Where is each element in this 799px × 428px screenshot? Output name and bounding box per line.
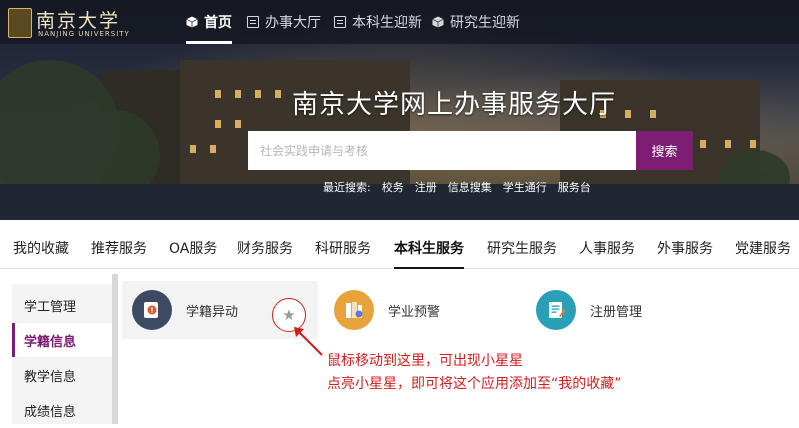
tab-research[interactable]: 科研服务 (315, 228, 371, 268)
student-status-icon (132, 290, 172, 330)
recent-searches: 最近搜索: 校务 注册 信息搜集 学生通行 服务台 (323, 179, 591, 195)
recent-searches-label: 最近搜索: (323, 181, 371, 194)
recent-search-item[interactable]: 注册 (415, 179, 437, 195)
logo-english-text: NANJING UNIVERSITY (38, 30, 130, 38)
logo-chinese-text: 南京大学 (36, 10, 121, 32)
registration-icon (536, 290, 576, 330)
nav-grad-welcome[interactable]: 研究生迎新 (432, 0, 520, 44)
tab-party[interactable]: 党建服务 (735, 228, 791, 268)
annotation-line-1: 鼠标移动到这里，可出现小星星 (327, 353, 523, 369)
recent-search-item[interactable]: 学生通行 (503, 179, 547, 195)
search-button[interactable]: 搜索 (636, 131, 693, 170)
recent-search-item[interactable]: 信息搜集 (448, 179, 492, 195)
nav-undergrad-welcome-label: 本科生迎新 (352, 15, 422, 31)
tab-graduate[interactable]: 研究生服务 (487, 228, 557, 268)
university-logo[interactable]: 南京大学 NANJING UNIVERSITY (8, 6, 130, 40)
document-icon (247, 16, 259, 28)
nav-service-hall-label: 办事大厅 (265, 15, 321, 31)
nav-undergrad-welcome[interactable]: 本科生迎新 (334, 0, 422, 44)
sidebar-item-student-affairs[interactable]: 学工管理 (12, 288, 112, 322)
annotation-arrow (294, 327, 323, 356)
nav-home[interactable]: 首页 (186, 0, 232, 44)
hero-banner: 南京大学 NANJING UNIVERSITY 首页 办事大厅 本科生迎新 研究… (0, 0, 799, 220)
tab-personnel[interactable]: 人事服务 (579, 228, 635, 268)
tab-undergrad[interactable]: 本科生服务 (394, 228, 464, 269)
nav-service-hall[interactable]: 办事大厅 (247, 0, 321, 44)
tab-my-favorites[interactable]: 我的收藏 (13, 228, 69, 268)
tab-finance[interactable]: 财务服务 (237, 228, 293, 268)
university-emblem-icon (8, 8, 32, 38)
app-registration-management[interactable]: 注册管理 (536, 281, 706, 339)
recent-search-item[interactable]: 校务 (382, 179, 404, 195)
hero-title: 南京大学网上办事服务大厅 (292, 90, 617, 120)
cube-icon (186, 16, 198, 28)
sidebar-item-teaching[interactable]: 教学信息 (12, 358, 112, 392)
academic-warning-icon (334, 290, 374, 330)
tab-foreign-affairs[interactable]: 外事服务 (657, 228, 713, 268)
sidebar-item-student-status[interactable]: 学籍信息 (12, 323, 112, 357)
cube-icon (432, 16, 444, 28)
app-label: 学业预警 (388, 304, 441, 320)
category-sidebar: 学工管理 学籍信息 教学信息 成绩信息 (12, 284, 118, 424)
annotation-line-2: 点亮小星星，即可将这个应用添加至“我的收藏” (327, 376, 622, 392)
app-academic-warning[interactable]: 学业预警 (334, 281, 504, 339)
service-tabs: 我的收藏 推荐服务 OA服务 财务服务 科研服务 本科生服务 研究生服务 人事服… (0, 228, 799, 269)
sidebar-item-grades[interactable]: 成绩信息 (12, 393, 112, 427)
nav-grad-welcome-label: 研究生迎新 (450, 15, 520, 31)
recent-search-item[interactable]: 服务台 (558, 179, 591, 195)
top-navigation-bar: 南京大学 NANJING UNIVERSITY 首页 办事大厅 本科生迎新 研究… (0, 0, 799, 44)
document-icon (334, 16, 346, 28)
tab-oa[interactable]: OA服务 (169, 228, 217, 268)
sidebar-scrollbar[interactable] (112, 274, 118, 424)
search-input[interactable] (248, 131, 636, 170)
nav-home-label: 首页 (204, 15, 232, 31)
app-label: 学籍异动 (186, 304, 239, 320)
app-label: 注册管理 (590, 304, 643, 320)
tab-recommended[interactable]: 推荐服务 (91, 228, 147, 268)
